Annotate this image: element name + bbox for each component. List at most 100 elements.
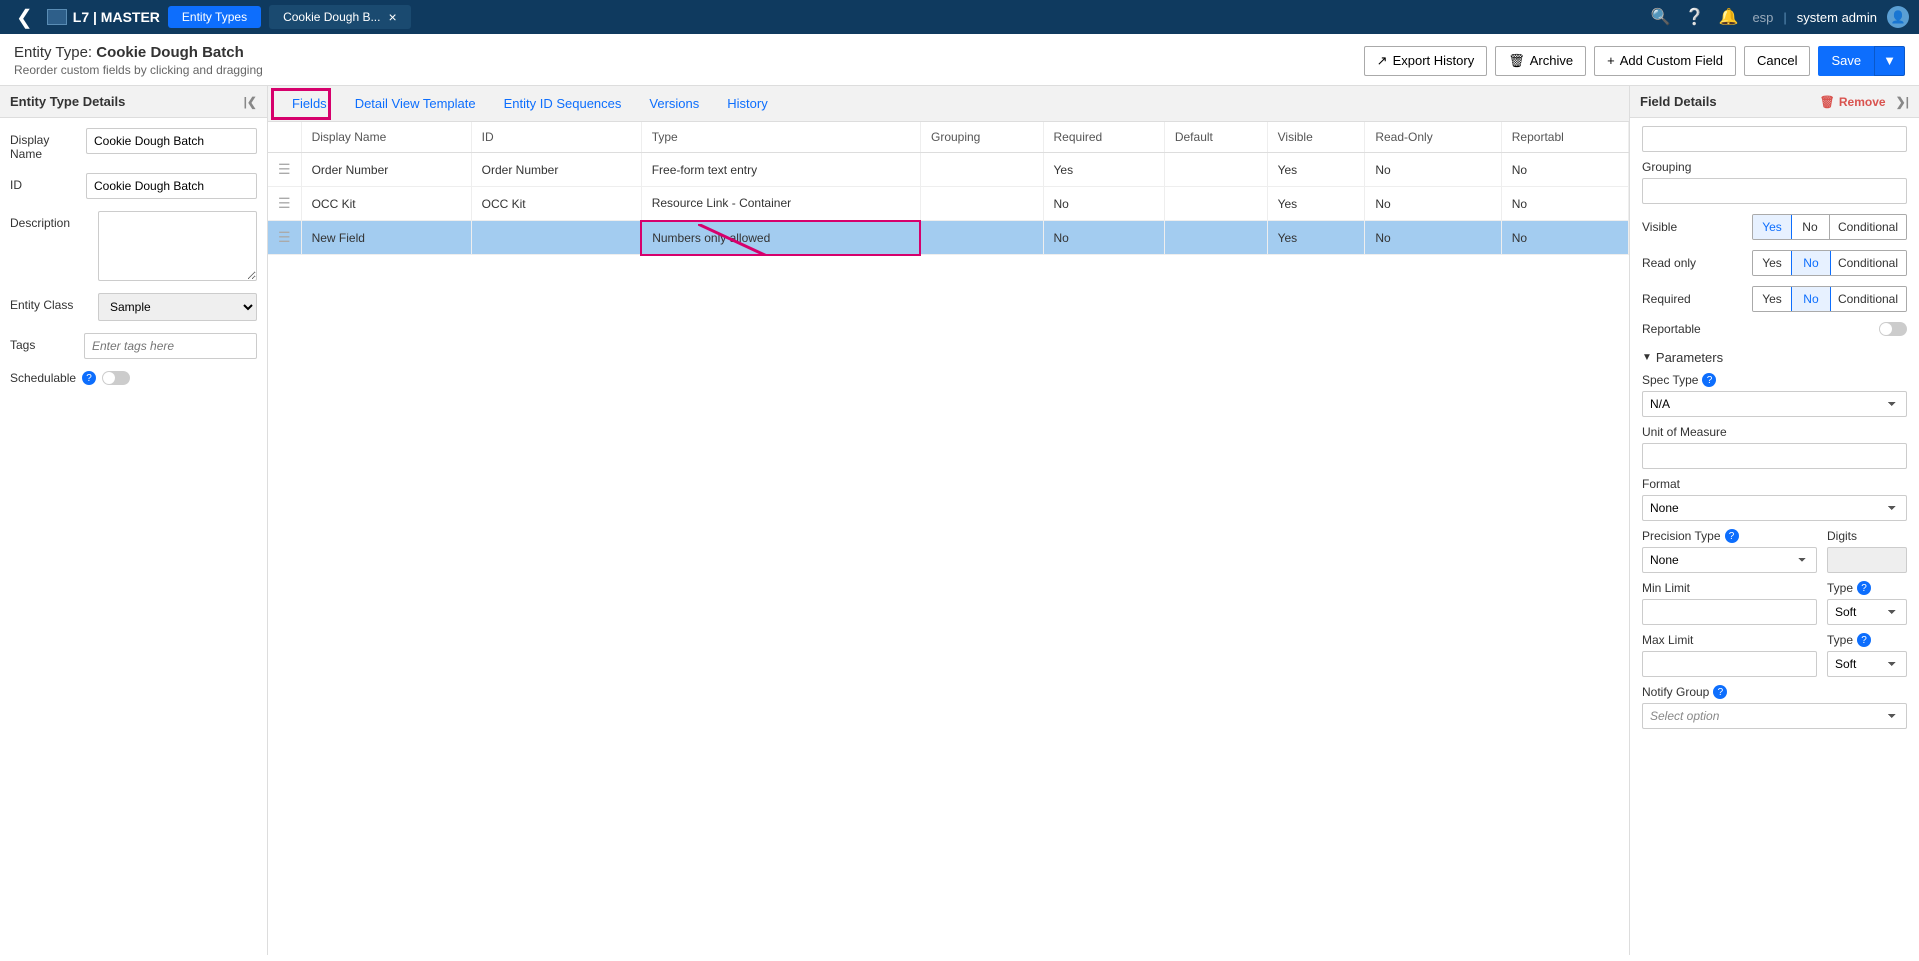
tabs-bar: Fields Detail View Template Entity ID Se… xyxy=(268,86,1629,122)
tab-detail-view[interactable]: Detail View Template xyxy=(341,86,490,121)
tags-input[interactable] xyxy=(84,333,257,359)
format-select[interactable]: None xyxy=(1642,495,1907,521)
display-name-input[interactable] xyxy=(86,128,257,154)
table-row[interactable]: ☰ OCC Kit OCC Kit Resource Link - Contai… xyxy=(268,187,1629,221)
col-id[interactable]: ID xyxy=(471,122,641,153)
col-required[interactable]: Required xyxy=(1043,122,1164,153)
user-name: system admin xyxy=(1797,10,1877,25)
title-prefix: Entity Type: xyxy=(14,44,96,61)
notify-group-label: Notify Group xyxy=(1642,685,1709,699)
cancel-button[interactable]: Cancel xyxy=(1744,46,1810,76)
help-icon[interactable]: ? xyxy=(82,371,96,385)
export-icon: ↗ xyxy=(1377,53,1388,69)
logo-icon xyxy=(47,9,67,25)
user-section: esp | system admin 👤 xyxy=(1752,6,1909,28)
notify-group-select[interactable]: Select option xyxy=(1642,703,1907,729)
table-row[interactable]: ☰ Order Number Order Number Free-form te… xyxy=(268,153,1629,187)
export-history-button[interactable]: ↗Export History xyxy=(1364,46,1488,76)
help-icon[interactable]: ❔ xyxy=(1685,7,1705,27)
divider: | xyxy=(1783,10,1786,25)
entity-class-label: Entity Class xyxy=(10,293,90,312)
reportable-toggle[interactable] xyxy=(1879,322,1907,336)
archive-icon: 🗑 xyxy=(1508,53,1525,69)
format-label: Format xyxy=(1642,477,1907,491)
entity-class-select[interactable]: Sample xyxy=(98,293,257,321)
esp-label: esp xyxy=(1752,10,1773,25)
collapse-left-icon[interactable]: |❮ xyxy=(244,95,257,109)
col-readonly[interactable]: Read-Only xyxy=(1365,122,1501,153)
precision-type-label: Precision Type xyxy=(1642,529,1721,543)
archive-button[interactable]: 🗑Archive xyxy=(1495,46,1586,76)
parameters-section-header[interactable]: ▼ Parameters xyxy=(1642,350,1907,365)
bell-icon[interactable]: 🔔 xyxy=(1719,7,1739,27)
min-limit-input[interactable] xyxy=(1642,599,1817,625)
help-icon[interactable]: ? xyxy=(1725,529,1739,543)
visible-label: Visible xyxy=(1642,220,1677,234)
visible-toggle[interactable]: Yes No Conditional xyxy=(1752,214,1907,240)
caret-down-icon: ▼ xyxy=(1642,352,1652,363)
help-icon[interactable]: ? xyxy=(1702,373,1716,387)
grouping-label: Grouping xyxy=(1642,160,1907,174)
spec-type-label: Spec Type xyxy=(1642,373,1698,387)
tab-fields[interactable]: Fields xyxy=(278,86,341,121)
breadcrumb-tab[interactable]: Cookie Dough B... × xyxy=(269,5,411,29)
col-reportable[interactable]: Reportabl xyxy=(1501,122,1628,153)
grid-header-row: Display Name ID Type Grouping Required D… xyxy=(268,122,1629,153)
spec-type-select[interactable]: N/A xyxy=(1642,391,1907,417)
add-custom-field-button[interactable]: +Add Custom Field xyxy=(1594,46,1736,76)
tags-label: Tags xyxy=(10,333,76,352)
col-visible[interactable]: Visible xyxy=(1267,122,1365,153)
drag-handle-icon[interactable]: ☰ xyxy=(278,229,291,245)
avatar[interactable]: 👤 xyxy=(1887,6,1909,28)
max-limit-input[interactable] xyxy=(1642,651,1817,677)
unit-label: Unit of Measure xyxy=(1642,425,1907,439)
center-panel: Fields Detail View Template Entity ID Se… xyxy=(268,86,1629,955)
right-panel-title: Field Details xyxy=(1640,94,1717,109)
search-icon[interactable]: 🔍 xyxy=(1651,7,1671,27)
page-title: Cookie Dough Batch xyxy=(96,44,244,61)
help-icon[interactable]: ? xyxy=(1857,633,1871,647)
plus-icon: + xyxy=(1607,53,1615,68)
required-toggle[interactable]: Yes No Conditional xyxy=(1752,286,1907,312)
right-panel: Field Details 🗑Remove ❯| Grouping Visibl… xyxy=(1629,86,1919,955)
description-input[interactable] xyxy=(98,211,257,281)
precision-type-select[interactable]: None xyxy=(1642,547,1817,573)
page-subtitle: Reorder custom fields by clicking and dr… xyxy=(14,63,263,77)
entity-types-pill[interactable]: Entity Types xyxy=(168,6,261,28)
schedulable-toggle[interactable] xyxy=(102,371,130,385)
drag-handle-icon[interactable]: ☰ xyxy=(278,161,291,177)
collapse-right-icon[interactable]: ❯| xyxy=(1896,95,1909,109)
max-type-label: Type xyxy=(1827,633,1853,647)
description-label: Description xyxy=(10,211,90,230)
display-name-label: Display Name xyxy=(10,128,78,161)
id-input[interactable] xyxy=(86,173,257,199)
col-default[interactable]: Default xyxy=(1164,122,1267,153)
save-button[interactable]: Save xyxy=(1818,46,1874,76)
save-dropdown[interactable]: ▼ xyxy=(1874,46,1905,76)
col-display-name[interactable]: Display Name xyxy=(301,122,471,153)
readonly-toggle[interactable]: Yes No Conditional xyxy=(1752,250,1907,276)
help-icon[interactable]: ? xyxy=(1713,685,1727,699)
tab-history[interactable]: History xyxy=(713,86,781,121)
tab-id-sequences[interactable]: Entity ID Sequences xyxy=(490,86,636,121)
back-button[interactable]: ❮ xyxy=(10,5,39,30)
max-type-select[interactable]: Soft xyxy=(1827,651,1907,677)
logo-text: L7 | MASTER xyxy=(73,9,160,25)
col-type[interactable]: Type xyxy=(641,122,920,153)
unit-input[interactable] xyxy=(1642,443,1907,469)
drag-handle-icon[interactable]: ☰ xyxy=(278,195,291,211)
close-icon[interactable]: × xyxy=(388,9,396,25)
field-name-input[interactable] xyxy=(1642,126,1907,152)
trash-icon: 🗑 xyxy=(1820,95,1835,109)
col-grouping[interactable]: Grouping xyxy=(920,122,1043,153)
table-row-selected[interactable]: ☰ New Field Numbers only allowed No Yes … xyxy=(268,221,1629,255)
annotation-cell-highlight: Numbers only allowed xyxy=(641,221,920,255)
min-type-select[interactable]: Soft xyxy=(1827,599,1907,625)
tab-versions[interactable]: Versions xyxy=(635,86,713,121)
fields-grid: Display Name ID Type Grouping Required D… xyxy=(268,122,1629,256)
top-bar: ❮ L7 | MASTER Entity Types Cookie Dough … xyxy=(0,0,1919,34)
left-panel: Entity Type Details |❮ Display Name ID D… xyxy=(0,86,268,955)
remove-button[interactable]: 🗑Remove xyxy=(1820,95,1886,109)
help-icon[interactable]: ? xyxy=(1857,581,1871,595)
grouping-input[interactable] xyxy=(1642,178,1907,204)
